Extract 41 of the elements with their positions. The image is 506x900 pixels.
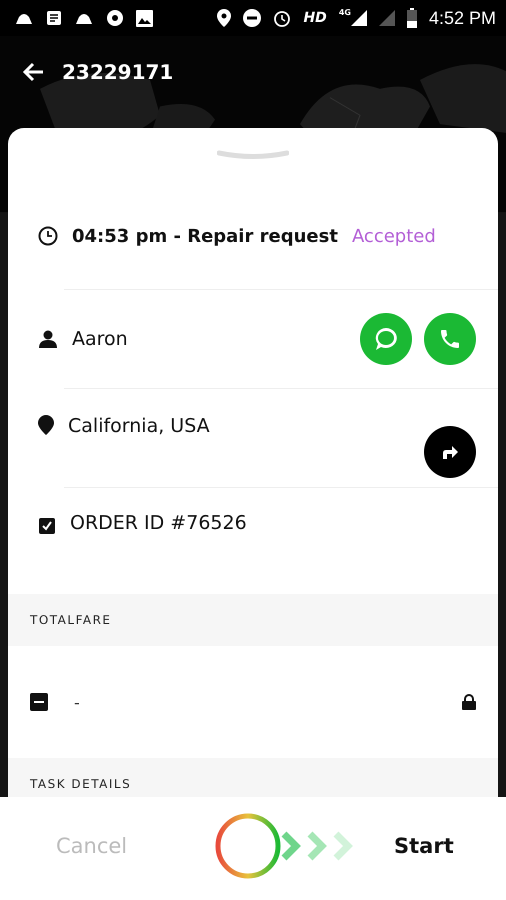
clipboard-check-icon (38, 516, 56, 534)
phone-icon (438, 327, 462, 351)
turn-arrow-icon (440, 443, 460, 461)
chevron-icon (334, 831, 353, 860)
customer-name: Aaron (72, 328, 129, 350)
chevron-icon (308, 831, 327, 860)
section-title: TASK DETAILS (30, 777, 132, 791)
lock-icon (462, 694, 476, 710)
clock-time: 4:52 PM (428, 8, 496, 28)
fare-value: - (74, 692, 81, 712)
person-icon (38, 330, 58, 348)
network-label: HD (303, 10, 327, 26)
number-icon (30, 693, 48, 711)
cloud-icon (74, 11, 94, 25)
message-icon (46, 10, 62, 26)
order-id: ORDER ID #76526 (70, 512, 247, 534)
location-icon (38, 415, 54, 435)
data-label: 4G (338, 8, 351, 17)
drag-handle[interactable] (217, 150, 289, 160)
swipe-handle[interactable] (216, 813, 280, 878)
image-icon (136, 10, 153, 26)
page-title: 23229171 (62, 60, 174, 84)
section-title: TOTALFARE (30, 613, 112, 627)
location-icon (217, 9, 232, 27)
signal-icon (350, 10, 367, 26)
chevron-icon (282, 831, 301, 860)
directions-button[interactable] (424, 426, 476, 478)
back-button[interactable] (22, 62, 44, 82)
request-title: 04:53 pm - Repair request (72, 226, 338, 246)
chat-button[interactable] (360, 313, 412, 365)
customer-address: California, USA (68, 415, 211, 437)
alarm-icon (273, 9, 292, 27)
cloud-icon (14, 11, 34, 25)
browser-icon (106, 9, 124, 27)
battery-icon (406, 8, 417, 28)
start-button[interactable]: Start (394, 834, 454, 858)
signal-icon (378, 10, 395, 26)
do-not-disturb-icon (243, 9, 262, 27)
call-button[interactable] (424, 313, 476, 365)
clock-icon (38, 226, 58, 246)
status-label: Accepted (352, 226, 436, 246)
